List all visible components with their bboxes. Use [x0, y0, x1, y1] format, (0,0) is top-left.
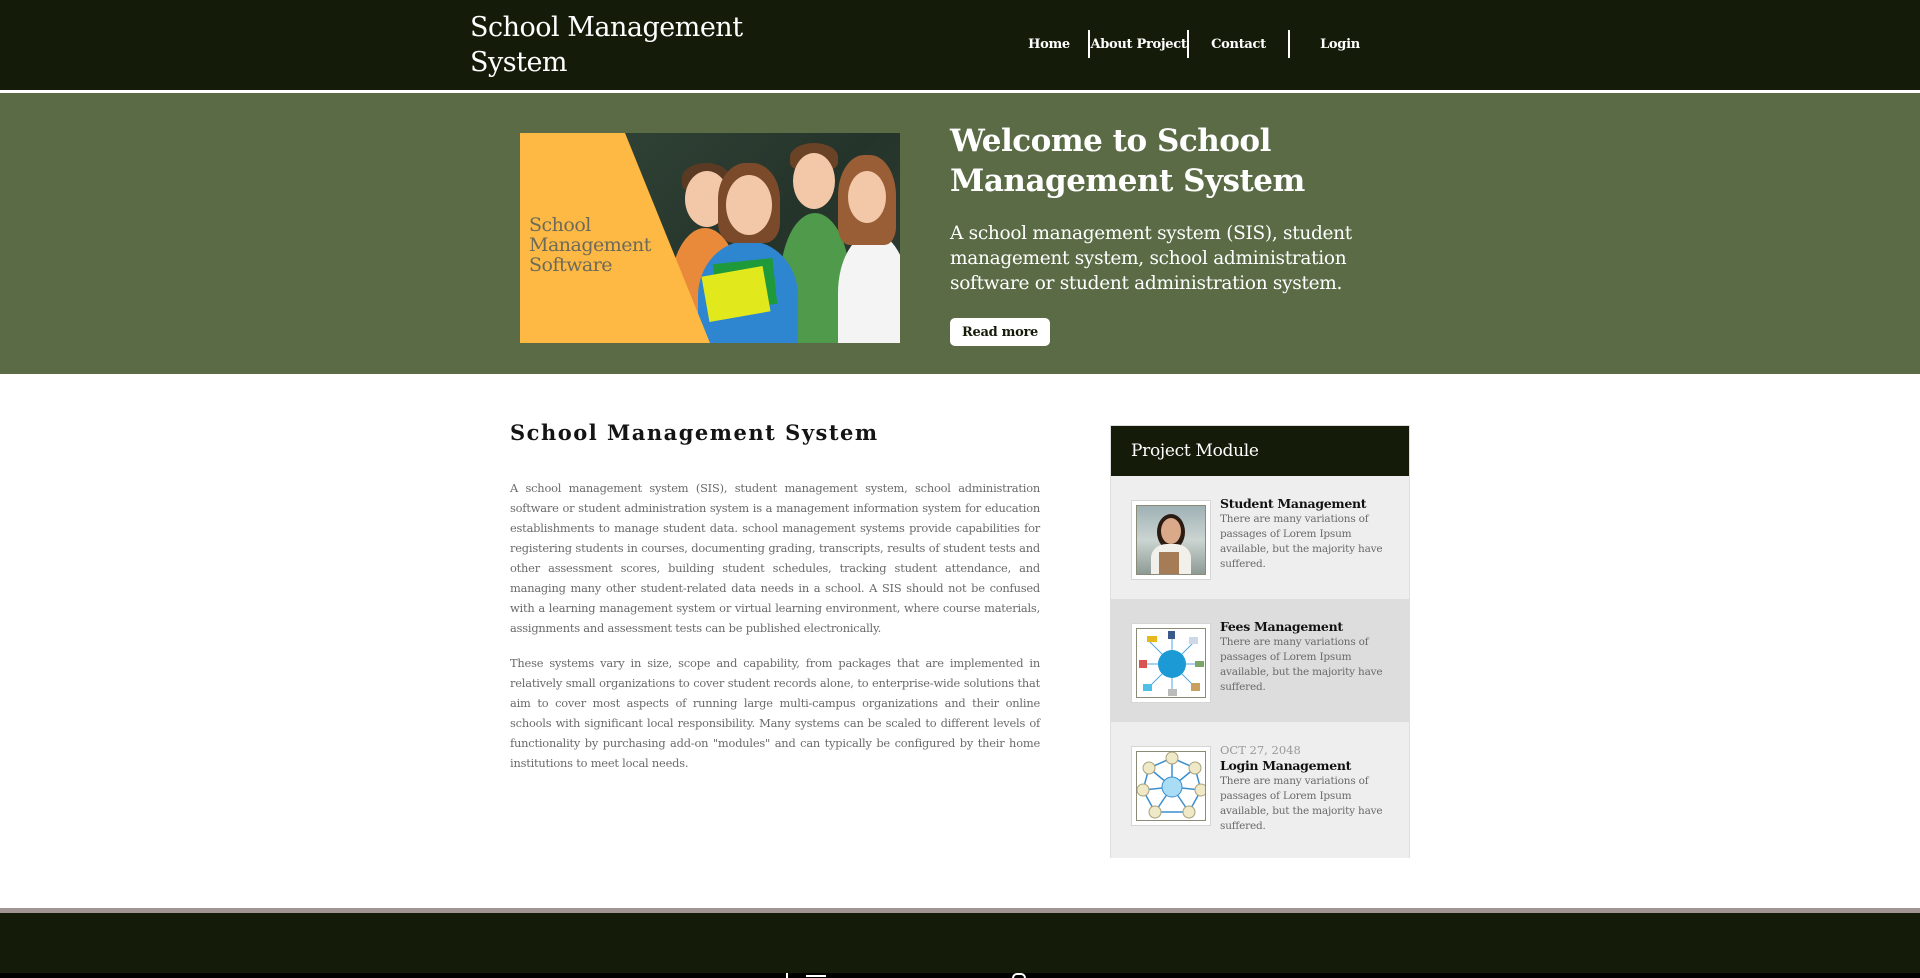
panel-title: Project Module: [1111, 426, 1409, 476]
module-item[interactable]: Student Management There are many variat…: [1111, 476, 1409, 599]
student-head: [793, 153, 835, 209]
caption-line: Software: [529, 254, 613, 276]
module-description: There are many variations of passages of…: [1220, 636, 1383, 693]
nav-home[interactable]: Home: [1010, 30, 1088, 58]
nav-contact[interactable]: Contact: [1189, 30, 1288, 58]
site-header: School Management System Home About Proj…: [0, 0, 1920, 90]
student-head: [848, 171, 886, 223]
hero-description: A school management system (SIS), studen…: [950, 223, 1352, 294]
module-item[interactable]: Fees Management There are many variation…: [1111, 599, 1409, 722]
module-thumbnail[interactable]: [1131, 623, 1211, 703]
module-title[interactable]: Login Management: [1220, 758, 1400, 774]
caption-line: Management: [529, 234, 651, 256]
module-text: Student Management There are many variat…: [1220, 496, 1400, 572]
module-description: There are many variations of passages of…: [1220, 775, 1383, 832]
student-photo-icon: [1136, 505, 1206, 575]
module-item[interactable]: OCT 27, 2048 Login Management There are …: [1111, 722, 1409, 858]
module-date: OCT 27, 2048: [1220, 743, 1301, 757]
hero-image: School Management Software: [520, 133, 900, 343]
content-title: School Management System: [510, 420, 879, 445]
hero-title: Welcome to School Management System: [950, 123, 1305, 199]
main-nav: Home About Project Contact Login: [1010, 30, 1390, 58]
site-footer: [0, 913, 1920, 973]
student-figure: [838, 233, 900, 343]
login-diagram-icon: [1136, 751, 1206, 821]
fees-diagram-icon: [1136, 628, 1206, 698]
content-paragraph: A school management system (SIS), studen…: [510, 481, 1040, 635]
module-text: Fees Management There are many variation…: [1220, 619, 1400, 695]
module-title[interactable]: Fees Management: [1220, 619, 1400, 635]
module-description: There are many variations of passages of…: [1220, 513, 1383, 570]
nav-login[interactable]: Login: [1290, 30, 1390, 58]
hero-image-caption: School Management Software: [529, 215, 651, 275]
module-thumbnail[interactable]: [1131, 746, 1211, 826]
module-text: OCT 27, 2048 Login Management There are …: [1220, 742, 1400, 834]
nav-about-project[interactable]: About Project: [1090, 30, 1187, 58]
project-module-panel: Project Module Student Management There …: [1110, 425, 1410, 858]
caption-line: School: [529, 214, 591, 236]
read-more-button[interactable]: Read more: [950, 318, 1050, 346]
footer-bottom-strip: [0, 973, 1920, 978]
fees-diagram-graphic: [1139, 631, 1204, 696]
module-title[interactable]: Student Management: [1220, 496, 1400, 512]
login-diagram-graphic: [1137, 752, 1205, 819]
student-head: [726, 175, 772, 235]
site-logo[interactable]: School Management System: [470, 10, 770, 80]
content-paragraph: These systems vary in size, scope and ca…: [510, 656, 1040, 770]
hero-banner: School Management Software Welcome to Sc…: [0, 93, 1920, 374]
module-thumbnail[interactable]: [1131, 500, 1211, 580]
